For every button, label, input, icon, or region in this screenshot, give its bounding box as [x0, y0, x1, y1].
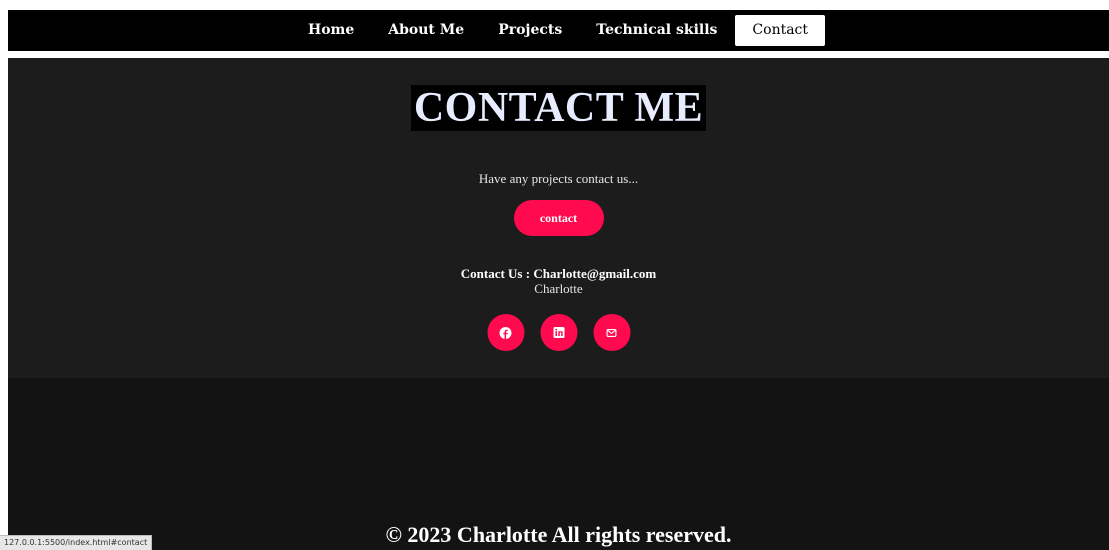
nav-about-me[interactable]: About Me	[372, 16, 480, 45]
footer: © 2023 Charlotte All rights reserved.	[8, 378, 1109, 550]
nav-technical-skills[interactable]: Technical skills	[580, 16, 733, 45]
contact-name: Charlotte	[534, 281, 583, 296]
nav-links: Home About Me Projects Technical skills …	[291, 15, 826, 46]
nav-projects[interactable]: Projects	[482, 16, 578, 45]
top-navigation: Home About Me Projects Technical skills …	[8, 10, 1109, 51]
nav-home[interactable]: Home	[292, 16, 370, 45]
facebook-icon	[499, 326, 512, 339]
email-button[interactable]	[593, 314, 630, 351]
contact-tagline: Have any projects contact us...	[478, 171, 639, 186]
contact-section: CONTACT ME Have any projects contact us.…	[8, 58, 1109, 378]
contact-email-line: Contact Us : Charlotte@gmail.com	[460, 266, 657, 281]
nav-contact[interactable]: Contact	[735, 15, 826, 46]
mail-icon	[606, 328, 617, 337]
nav-divider	[8, 51, 1109, 58]
linkedin-icon	[553, 327, 564, 338]
facebook-button[interactable]	[487, 314, 524, 351]
page-title: CONTACT ME	[410, 85, 707, 131]
title-wrapper: CONTACT ME	[8, 85, 1109, 131]
linkedin-button[interactable]	[540, 314, 577, 351]
browser-status-url: 127.0.0.1:5500/index.html#contact	[0, 535, 153, 550]
social-links	[487, 314, 630, 351]
copyright-text: © 2023 Charlotte All rights reserved.	[385, 522, 732, 547]
page: Home About Me Projects Technical skills …	[8, 10, 1109, 550]
contact-button[interactable]: contact	[513, 200, 604, 236]
